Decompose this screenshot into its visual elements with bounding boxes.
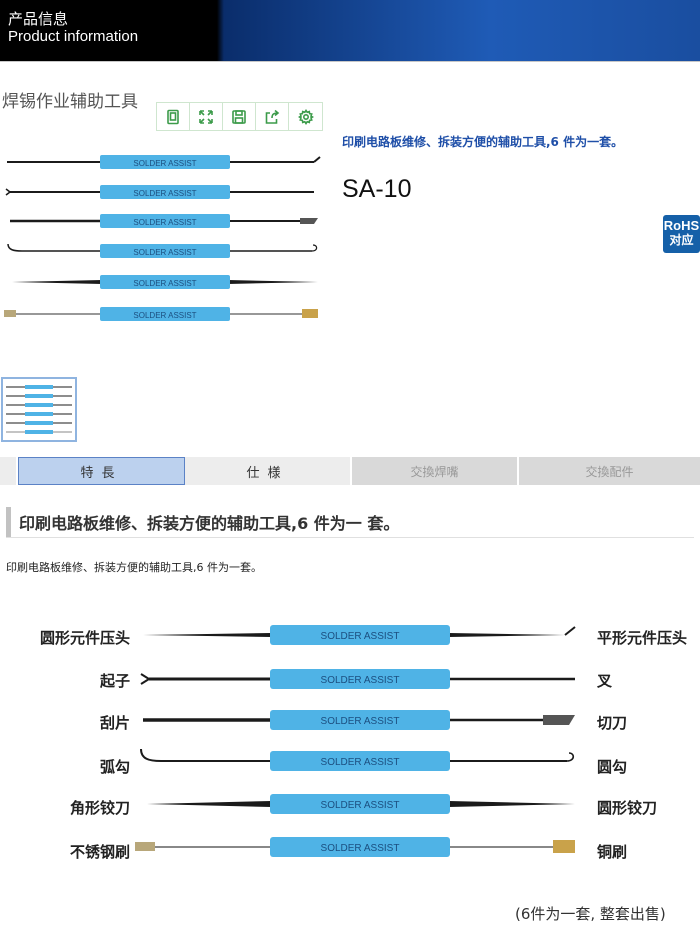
tool-label-left: 圆形元件压头: [39, 629, 130, 647]
feature-heading: 印刷电路板维修、拆装方便的辅助工具,6 件为一 套。: [6, 507, 399, 537]
tool-label-left: 刮片: [99, 714, 130, 732]
diagram-tool: SOLDER ASSIST: [140, 669, 575, 689]
tool-label-right: 圆勾: [597, 758, 628, 776]
tab-spacer: [0, 457, 18, 485]
handle-text: SOLDER ASSIST: [321, 716, 400, 727]
tool-label-left: 弧勾: [99, 758, 130, 776]
tool-label-right: 圆形铰刀: [597, 799, 658, 817]
tool-label-right: 切刀: [597, 714, 628, 732]
tool-label-right: 铜刷: [597, 843, 628, 861]
diagram-tool: SOLDER ASSIST: [143, 625, 576, 645]
expand-icon: [199, 109, 213, 124]
header-banner: 产品信息 Product information: [0, 0, 700, 61]
feature-text: 印刷电路板维修、拆装方便的辅助工具,6 件为一套。: [6, 561, 262, 574]
handle-text: SOLDER ASSIST: [321, 631, 400, 642]
product-title: 焊锡作业辅助工具: [2, 92, 138, 112]
tab-specifications[interactable]: 仕様: [185, 457, 352, 485]
image-toolbar: [156, 102, 323, 131]
tool-label-left: 不锈钢刷: [69, 843, 130, 861]
rohs-badge-text: RoHS: [663, 218, 700, 233]
header-divider: [0, 61, 700, 62]
share-button[interactable]: [256, 103, 289, 130]
feature-divider: [6, 537, 694, 538]
tool-label-left: 起子: [99, 672, 130, 690]
tab-features[interactable]: 特長: [18, 457, 185, 485]
tab-replacement-tips[interactable]: 交換焊嘴: [352, 457, 519, 485]
tool-row: SOLDER ASSIST: [7, 243, 318, 258]
tool-diagram: SOLDER ASSIST SOLDER ASSIST SOLDER ASSIS…: [135, 625, 576, 857]
handle-text: SOLDER ASSIST: [133, 248, 196, 257]
share-icon: [265, 109, 280, 124]
product-thumbnail[interactable]: [1, 377, 77, 442]
tool-label-right: 平形元件压头: [597, 629, 688, 647]
product-description: 印刷电路板维修、拆装方便的辅助工具,6 件为一套。: [342, 135, 624, 149]
handle-text: SOLDER ASSIST: [321, 843, 400, 854]
copy-icon: [167, 109, 179, 124]
tool-row: SOLDER ASSIST: [12, 275, 318, 289]
expand-button[interactable]: [190, 103, 223, 130]
handle-text: SOLDER ASSIST: [321, 800, 400, 811]
diagram-tool: SOLDER ASSIST: [147, 794, 575, 814]
handle-text: SOLDER ASSIST: [133, 159, 196, 168]
product-tabs: 特長 仕様 交換焊嘴 交換配件: [0, 457, 700, 485]
save-button[interactable]: [223, 103, 256, 130]
tool-row: SOLDER ASSIST: [5, 185, 314, 199]
handle-text: SOLDER ASSIST: [321, 757, 400, 768]
header-title-cn: 产品信息: [8, 10, 69, 28]
model-number: SA-10: [342, 175, 412, 203]
handle-text: SOLDER ASSIST: [133, 279, 196, 288]
save-icon: [232, 109, 246, 124]
tool-row: SOLDER ASSIST: [10, 214, 318, 228]
rohs-badge-subtext: 对应: [669, 233, 694, 247]
diagram-tool: SOLDER ASSIST: [140, 748, 575, 771]
tab-replacement-parts[interactable]: 交換配件: [519, 457, 700, 485]
handle-text: SOLDER ASSIST: [133, 218, 196, 227]
diagram-tool: SOLDER ASSIST: [143, 710, 575, 730]
tool-row: SOLDER ASSIST: [4, 307, 318, 321]
handle-text: SOLDER ASSIST: [133, 311, 196, 320]
rohs-badge: RoHS 对应: [663, 215, 700, 253]
handle-text: SOLDER ASSIST: [321, 675, 400, 686]
diagram-tool: SOLDER ASSIST: [135, 837, 575, 857]
product-image: SOLDER ASSIST SOLDER ASSIST SOLDER ASSIS…: [4, 155, 321, 321]
set-note: (6件为一套, 整套出售): [515, 905, 666, 923]
settings-icon: [297, 108, 314, 125]
handle-text: SOLDER ASSIST: [133, 189, 196, 198]
tool-label-right: 叉: [597, 672, 613, 690]
copy-button[interactable]: [157, 103, 190, 130]
tool-label-left: 角形铰刀: [69, 799, 130, 817]
settings-button[interactable]: [289, 103, 322, 130]
header-title-en: Product information: [8, 28, 139, 45]
tool-row: SOLDER ASSIST: [7, 155, 321, 169]
